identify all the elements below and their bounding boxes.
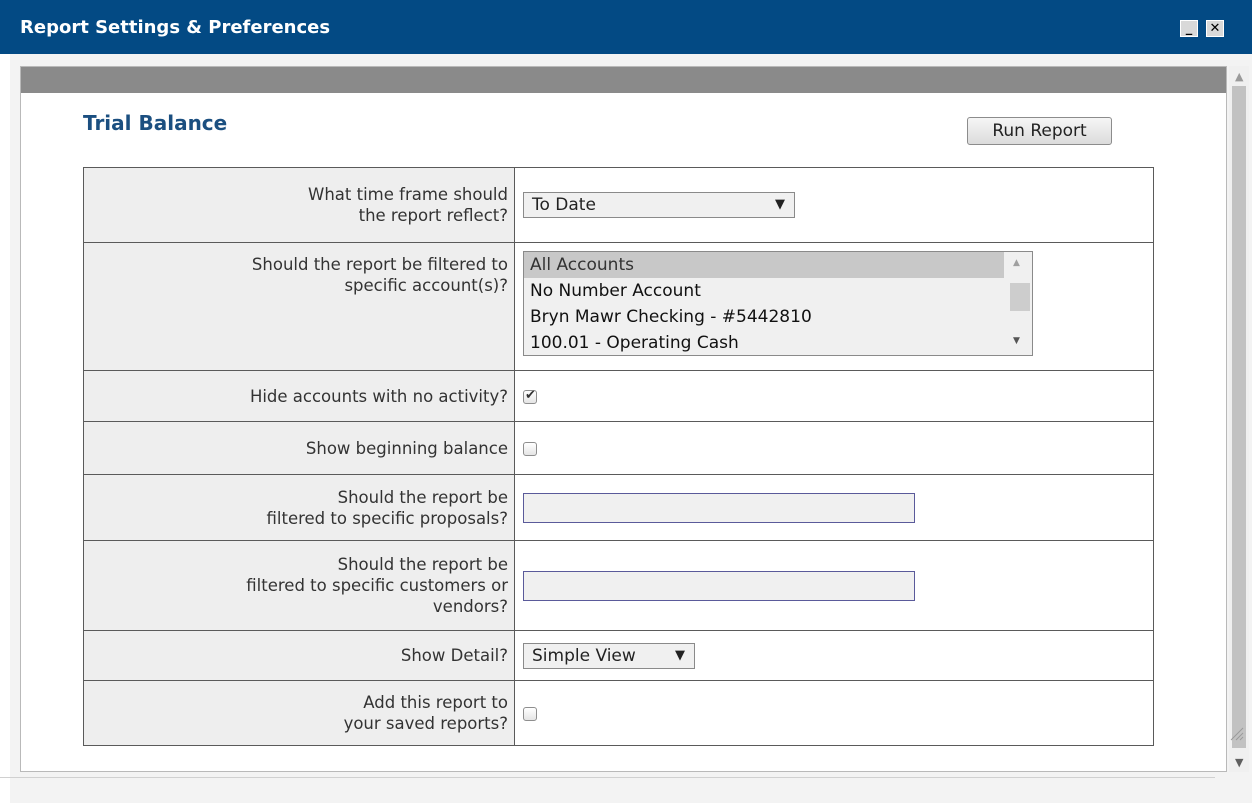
accounts-label: Should the report be filtered to specifi… [83, 242, 515, 371]
window-title: Report Settings & Preferences [20, 17, 331, 38]
report-title: Trial Balance [83, 111, 228, 135]
settings-table: What time frame should the report reflec… [83, 167, 1154, 746]
timeframe-select[interactable]: To Date ▼ [523, 192, 795, 218]
check-icon: ✔ [525, 388, 536, 403]
listbox-scrollbar[interactable]: ▲ ▼ [1006, 252, 1032, 355]
listbox-option[interactable]: All Accounts [524, 252, 1004, 278]
timeframe-value: To Date [532, 195, 596, 215]
run-report-button[interactable]: Run Report [967, 117, 1112, 145]
timeframe-row: What time frame should the report reflec… [83, 167, 1154, 243]
customers-row: Should the report be filtered to specifi… [83, 540, 1154, 631]
proposals-label: Should the report be filtered to specifi… [83, 474, 515, 541]
detail-row: Show Detail? Simple View ▼ [83, 630, 1154, 681]
chevron-down-icon[interactable]: ▼ [1013, 336, 1020, 346]
save-report-row: Add this report to your saved reports? [83, 680, 1154, 746]
chevron-up-icon[interactable]: ▲ [1235, 70, 1243, 83]
beginning-balance-label: Show beginning balance [83, 421, 515, 475]
hide-inactive-checkbox[interactable]: ✔ [523, 388, 537, 404]
close-icon: ✕ [1209, 21, 1221, 36]
hide-inactive-row: Hide accounts with no activity? ✔ [83, 370, 1154, 422]
minimize-button[interactable]: _ [1180, 20, 1198, 37]
customers-label: Should the report be filtered to specifi… [83, 540, 515, 631]
listbox-option[interactable]: Bryn Mawr Checking - #5442810 [524, 304, 1004, 330]
chevron-down-icon[interactable]: ▼ [1235, 756, 1243, 769]
detail-label: Show Detail? [83, 630, 515, 681]
dropdown-arrow-icon: ▼ [775, 197, 785, 212]
listbox-scroll-thumb[interactable] [1010, 283, 1030, 311]
beginning-balance-checkbox[interactable] [523, 442, 537, 456]
accounts-row: Should the report be filtered to specifi… [83, 242, 1154, 371]
page-scroll-thumb[interactable] [1232, 86, 1246, 748]
minimize-icon: _ [1185, 21, 1193, 36]
proposals-row: Should the report be filtered to specifi… [83, 474, 1154, 541]
customers-vendors-input[interactable] [523, 570, 915, 601]
section-header-bar [21, 67, 1226, 93]
accounts-listbox[interactable]: All Accounts No Number Account Bryn Mawr… [523, 251, 1033, 356]
detail-value: Simple View [532, 645, 636, 666]
chevron-up-icon[interactable]: ▲ [1013, 258, 1020, 268]
proposals-input[interactable] [523, 492, 915, 523]
status-divider [0, 777, 1215, 778]
dialog-body: Trial Balance Run Report What time frame… [10, 54, 1252, 803]
beginning-balance-row: Show beginning balance [83, 421, 1154, 475]
save-report-label: Add this report to your saved reports? [83, 680, 515, 746]
report-settings-panel: Trial Balance Run Report What time frame… [20, 66, 1227, 772]
resize-grip-icon[interactable] [1228, 725, 1244, 741]
listbox-option[interactable]: 100.01 - Operating Cash [524, 330, 1004, 355]
hide-inactive-label: Hide accounts with no activity? [83, 370, 515, 422]
close-button[interactable]: ✕ [1206, 20, 1224, 37]
window-titlebar: Report Settings & Preferences _ ✕ [0, 0, 1252, 54]
listbox-option[interactable]: No Number Account [524, 278, 1004, 304]
timeframe-label: What time frame should the report reflec… [83, 167, 515, 243]
save-report-checkbox[interactable] [523, 707, 537, 721]
detail-select[interactable]: Simple View ▼ [523, 642, 695, 669]
dropdown-arrow-icon: ▼ [675, 647, 685, 663]
page-scrollbar[interactable]: ▲ ▼ [1229, 66, 1249, 772]
